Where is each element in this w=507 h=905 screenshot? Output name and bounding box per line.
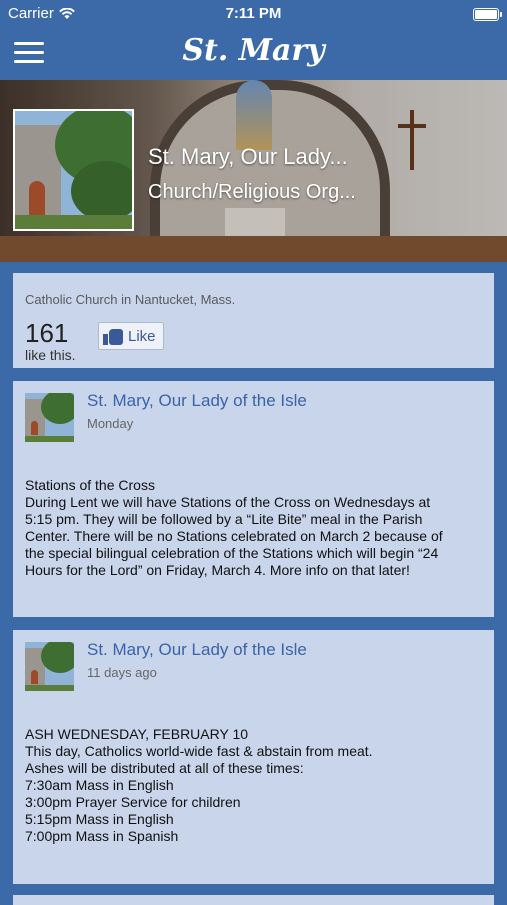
post-card: St. Mary, Our Lady of the Isle Monday St… bbox=[13, 381, 494, 617]
church-exterior-image bbox=[25, 393, 74, 442]
post-author-link[interactable]: St. Mary, Our Lady of the Isle bbox=[87, 640, 307, 660]
post-text-line: the special bilingual celebration of the… bbox=[25, 545, 439, 561]
nav-bar: St. Mary bbox=[0, 28, 507, 80]
post-timestamp: 11 days ago bbox=[87, 665, 157, 680]
church-exterior-image bbox=[25, 642, 74, 691]
like-button-label: Like bbox=[128, 327, 156, 345]
like-button[interactable]: Like bbox=[98, 322, 164, 350]
post-timestamp: Monday bbox=[87, 416, 134, 431]
post-text-line: 5:15 pm. They will be followed by a “Lit… bbox=[25, 511, 423, 527]
church-exterior-image bbox=[15, 111, 132, 229]
thumbs-up-icon bbox=[103, 326, 125, 346]
profile-picture[interactable] bbox=[13, 109, 134, 231]
post-avatar[interactable] bbox=[25, 642, 74, 691]
post-text-line: Stations of the Cross bbox=[25, 477, 155, 493]
post-text-line: 3:00pm Prayer Service for children bbox=[25, 794, 241, 810]
post-card: St. Mary, Our Lady of the Isle 11 days a… bbox=[13, 630, 494, 884]
like-count: 161 bbox=[25, 318, 69, 348]
post-card-partial bbox=[13, 895, 494, 905]
post-text-line: Ashes will be distributed at all of thes… bbox=[25, 760, 304, 776]
battery-icon bbox=[473, 8, 502, 21]
post-text-line: Hours for the Lord” on Friday, March 4. … bbox=[25, 562, 410, 578]
post-text-line: ASH WEDNESDAY, FEBRUARY 10 bbox=[25, 726, 249, 742]
battery-fill bbox=[475, 10, 497, 19]
page-description: Catholic Church in Nantucket, Mass. bbox=[25, 292, 236, 307]
about-card: Catholic Church in Nantucket, Mass. 161 … bbox=[13, 273, 494, 368]
post-text-line: 7:30am Mass in English bbox=[25, 777, 174, 793]
post-text-line: 7:00pm Mass in Spanish bbox=[25, 828, 179, 844]
post-avatar[interactable] bbox=[25, 393, 74, 442]
post-text-line: Center. There will be no Stations celebr… bbox=[25, 528, 443, 544]
status-bar: Carrier 7:11 PM bbox=[0, 0, 507, 28]
post-author-link[interactable]: St. Mary, Our Lady of the Isle bbox=[87, 391, 307, 411]
clock: 7:11 PM bbox=[225, 5, 282, 22]
page-name: St. Mary, Our Lady... bbox=[148, 144, 348, 169]
post-body: Stations of the Cross During Lent we wil… bbox=[25, 477, 485, 579]
post-body: ASH WEDNESDAY, FEBRUARY 10 This day, Cat… bbox=[25, 726, 485, 845]
page-category: Church/Religious Org... bbox=[148, 181, 356, 203]
post-text-line: This day, Catholics world-wide fast & ab… bbox=[25, 743, 373, 759]
like-count-label: like this. bbox=[25, 347, 76, 363]
post-text-line: During Lent we will have Stations of the… bbox=[25, 494, 431, 510]
post-text-line: 5:15pm Mass in English bbox=[25, 811, 174, 827]
app-title: St. Mary bbox=[182, 33, 325, 68]
